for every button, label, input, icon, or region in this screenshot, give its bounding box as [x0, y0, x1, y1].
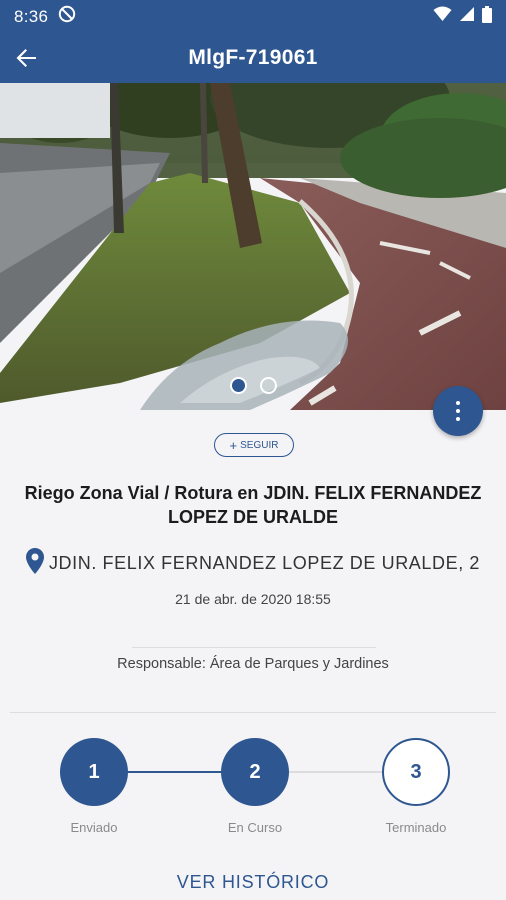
signal-icon — [459, 6, 475, 27]
follow-button[interactable]: + SEGUIR — [214, 433, 294, 457]
step-2-label: En Curso — [227, 820, 283, 835]
page-title: MlgF-719061 — [188, 46, 318, 69]
carousel-dot-2[interactable] — [260, 377, 277, 394]
battery-icon — [482, 5, 492, 28]
divider — [132, 647, 376, 648]
incident-photo — [0, 83, 506, 410]
view-history-button[interactable]: VER HISTÓRICO — [0, 872, 506, 893]
incident-responsible: Responsable: Área de Parques y Jardines — [117, 656, 389, 672]
incident-date: 21 de abr. de 2020 18:55 — [175, 591, 331, 607]
carousel-indicator — [230, 377, 277, 394]
step-3-circle: 3 — [382, 738, 450, 806]
incident-photo-carousel[interactable] — [0, 83, 506, 410]
incident-title: Riego Zona Vial / Rotura en JDIN. FELIX … — [24, 483, 482, 527]
location-pin-icon — [25, 548, 44, 579]
arrow-back-icon — [16, 49, 36, 67]
step-3-label: Terminado — [385, 820, 447, 835]
incident-address: JDIN. FELIX FERNANDEZ LOPEZ DE URALDE, 2 — [0, 548, 506, 579]
address-text: JDIN. FELIX FERNANDEZ LOPEZ DE URALDE, 2 — [48, 553, 481, 573]
step-1-circle: 1 — [60, 738, 128, 806]
more-vert-icon-dot — [456, 417, 460, 421]
back-button[interactable] — [12, 44, 40, 72]
step-2-circle: 2 — [221, 738, 289, 806]
step-1-label: Enviado — [70, 820, 118, 835]
step-connector-done — [126, 771, 222, 773]
more-vert-icon — [456, 401, 460, 405]
divider — [10, 712, 496, 713]
plus-icon: + — [229, 437, 238, 453]
status-bar: 8:36 — [0, 0, 506, 33]
step-connector-pending — [288, 771, 384, 773]
status-time: 8:36 — [14, 6, 49, 26]
more-options-button[interactable] — [433, 386, 483, 436]
carousel-dot-1[interactable] — [230, 377, 247, 394]
more-vert-icon-dot — [456, 409, 460, 413]
do-not-disturb-icon — [58, 5, 76, 28]
app-bar: MlgF-719061 — [0, 33, 506, 83]
follow-button-label: SEGUIR — [240, 439, 279, 451]
wifi-icon — [433, 6, 452, 27]
